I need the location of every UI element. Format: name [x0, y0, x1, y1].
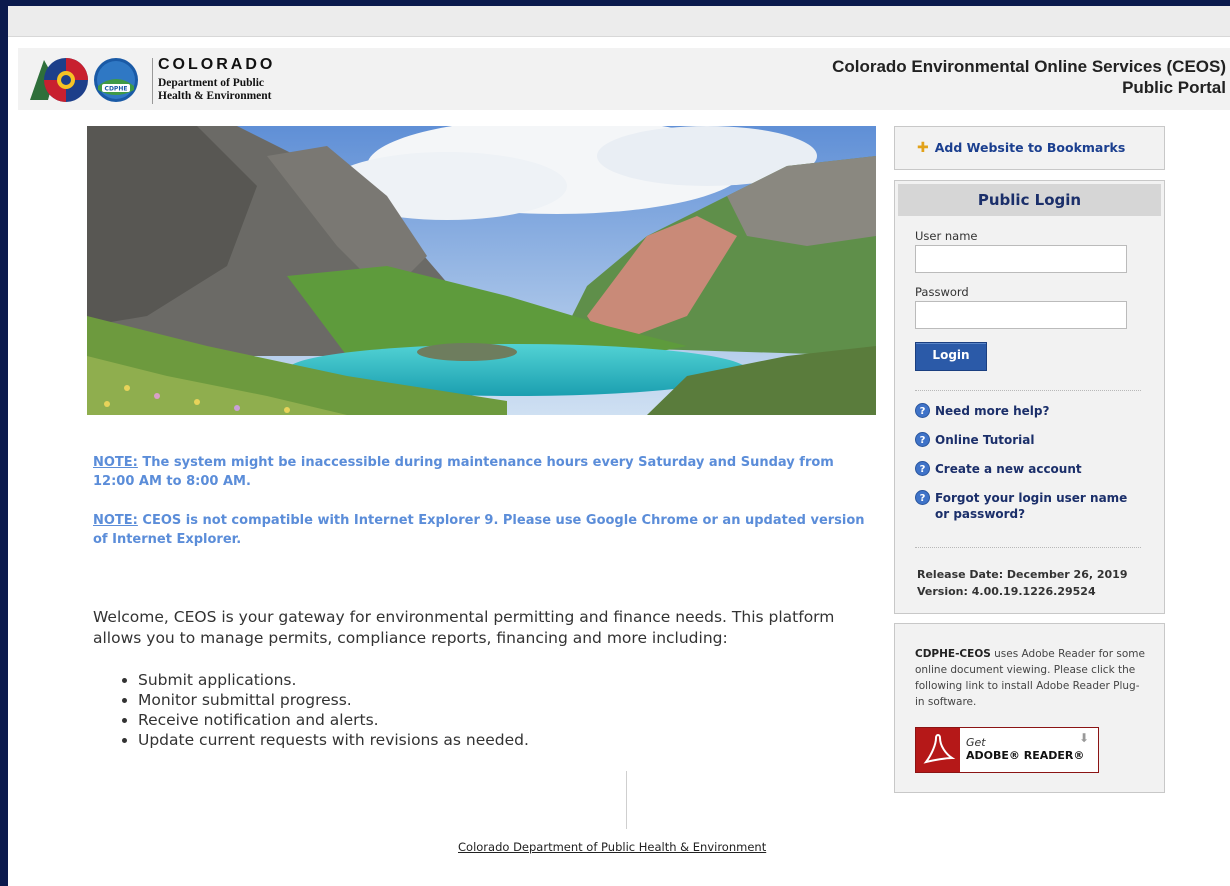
welcome-text: Welcome, CEOS is your gateway for enviro…	[93, 608, 835, 647]
state-name: COLORADO	[158, 56, 276, 73]
add-bookmark-label: Add Website to Bookmarks	[934, 140, 1126, 155]
dotted-divider	[915, 547, 1141, 548]
question-circle-icon: ?	[915, 490, 930, 505]
department-name: Department of Public Health & Environmen…	[158, 77, 272, 103]
maintenance-note: NOTE: The system might be inaccessible d…	[93, 453, 868, 491]
list-item: Receive notification and alerts.	[138, 710, 529, 730]
feature-list: Submit applications. Monitor submittal p…	[118, 670, 529, 750]
note-text: The system might be inaccessible during …	[93, 455, 834, 489]
plus-icon: ✚	[917, 140, 929, 156]
logo-divider	[152, 58, 153, 104]
adobe-reader-panel: CDPHE-CEOS uses Adobe Reader for some on…	[894, 623, 1165, 793]
adobe-pdf-icon	[916, 728, 960, 772]
username-input[interactable]	[915, 245, 1127, 273]
help-link-label: Need more help?	[935, 404, 1050, 418]
dotted-divider	[915, 390, 1141, 391]
login-title: Public Login	[898, 184, 1161, 216]
top-strip	[8, 6, 1230, 37]
password-input[interactable]	[915, 301, 1127, 329]
adobe-badge-product: ADOBE® READER®	[966, 749, 1085, 762]
list-item: Submit applications.	[138, 670, 529, 690]
colorado-logo[interactable]: CDPHE COLORADO Department of Public Heal…	[28, 54, 298, 106]
online-tutorial-link[interactable]: ? Online Tutorial	[915, 432, 1034, 448]
note-text: CEOS is not compatible with Internet Exp…	[93, 513, 865, 547]
get-adobe-reader-button[interactable]: Get ADOBE® READER® ⬇	[915, 727, 1099, 773]
note-label: NOTE:	[93, 455, 138, 470]
department-line-1: Department of Public	[158, 77, 265, 89]
username-label: User name	[915, 229, 978, 243]
question-circle-icon: ?	[915, 432, 930, 447]
portal-title-line-1: Colorado Environmental Online Services (…	[832, 57, 1226, 76]
login-button[interactable]: Login	[915, 342, 987, 371]
adobe-brand: CDPHE-CEOS	[915, 648, 991, 660]
help-link-label: Online Tutorial	[935, 433, 1035, 447]
site-header: CDPHE COLORADO Department of Public Heal…	[18, 48, 1230, 110]
vertical-divider	[626, 771, 627, 829]
list-item: Update current requests with revisions a…	[138, 730, 529, 750]
public-login-panel: Public Login User name Password Login ? N…	[894, 180, 1165, 614]
question-circle-icon: ?	[915, 403, 930, 418]
download-arrow-icon: ⬇	[1079, 731, 1090, 745]
cdphe-badge-text: CDPHE	[105, 86, 128, 93]
question-circle-icon: ?	[915, 461, 930, 476]
help-link-label: Create a new account	[935, 462, 1082, 476]
forgot-login-link[interactable]: ? Forgot your login user name or password…	[915, 490, 1135, 522]
help-link-label: Forgot your login user name or password?	[935, 491, 1128, 521]
release-date: Release Date: December 26, 2019	[917, 568, 1128, 581]
portal-title-line-2: Public Portal	[1122, 78, 1226, 97]
adobe-badge-get: Get	[966, 736, 986, 749]
version-number: Version: 4.00.19.1226.29524	[917, 585, 1096, 598]
browser-page: CDPHE COLORADO Department of Public Heal…	[8, 6, 1230, 886]
adobe-info-text: CDPHE-CEOS uses Adobe Reader for some on…	[915, 646, 1145, 710]
mountain-lake-hero-image	[87, 126, 876, 415]
list-item: Monitor submittal progress.	[138, 690, 529, 710]
create-account-link[interactable]: ? Create a new account	[915, 461, 1082, 477]
add-bookmark-link[interactable]: ✚ Add Website to Bookmarks	[917, 140, 1125, 156]
note-label: NOTE:	[93, 513, 138, 528]
colorado-flag-logo-icon: CDPHE	[30, 58, 138, 102]
department-line-2: Health & Environment	[158, 90, 272, 102]
browser-compatibility-note: NOTE: CEOS is not compatible with Intern…	[93, 511, 868, 549]
password-label: Password	[915, 285, 969, 299]
portal-title: Colorado Environmental Online Services (…	[832, 56, 1226, 98]
bookmark-panel: ✚ Add Website to Bookmarks	[894, 126, 1165, 170]
cdphe-footer-link[interactable]: Colorado Department of Public Health & E…	[458, 840, 766, 854]
need-more-help-link[interactable]: ? Need more help?	[915, 403, 1049, 419]
